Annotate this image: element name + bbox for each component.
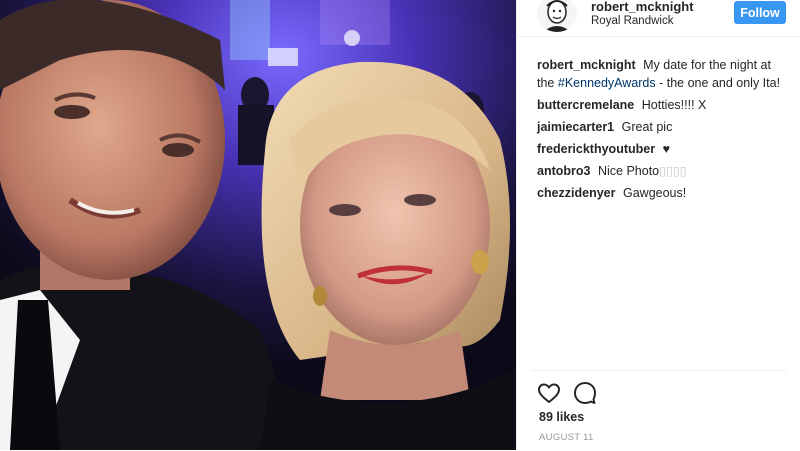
comment-username[interactable]: buttercremelane (537, 98, 634, 112)
comment-item: buttercremelane Hotties!!!! X (537, 96, 789, 114)
comments-list: robert_mcknight My date for the night at… (537, 56, 789, 206)
avatar-illustration (537, 0, 577, 32)
comment-item: frederickthyoutuber ♥ (537, 140, 789, 158)
comment-item: chezzidenyer Gawgeous! (537, 184, 789, 202)
post-location[interactable]: Royal Randwick (591, 15, 673, 27)
comment-username[interactable]: jaimiecarter1 (537, 120, 614, 134)
heart-outline-icon[interactable] (537, 381, 561, 405)
comment-text: Great pic (621, 120, 673, 134)
caption-hashtag[interactable]: #KennedyAwards (558, 76, 656, 90)
caption-text-after: - the one and only Ita! (659, 76, 781, 90)
caption-username[interactable]: robert_mcknight (537, 58, 636, 72)
instagram-post: robert_mcknight Royal Randwick Follow ro… (0, 0, 800, 450)
comment-item: antobro3 Nice Photo▯▯▯▯ (537, 162, 789, 180)
comment-username[interactable]: frederickthyoutuber (537, 142, 655, 156)
post-photo[interactable] (0, 0, 516, 450)
comment-username[interactable]: antobro3 (537, 164, 590, 178)
likes-count[interactable]: 89 likes (539, 410, 584, 424)
follow-button[interactable]: Follow (734, 1, 786, 24)
comment-text: Nice Photo (597, 164, 660, 178)
post-username[interactable]: robert_mcknight (591, 0, 694, 14)
comment-text: Hotties!!!! X (641, 98, 707, 112)
post-date[interactable]: AUGUST 11 (539, 432, 594, 443)
comment-text: Gawgeous! (623, 186, 687, 200)
comment-text: ♥ (662, 142, 670, 156)
speech-bubble-icon[interactable] (573, 381, 597, 405)
comment-item: jaimiecarter1 Great pic (537, 118, 789, 136)
caption: robert_mcknight My date for the night at… (537, 56, 789, 92)
post-header: robert_mcknight Royal Randwick Follow (517, 0, 800, 37)
post-details-panel: robert_mcknight Royal Randwick Follow ro… (516, 0, 800, 450)
comment-text-suffix: ▯▯▯▯ (659, 164, 687, 178)
selfie-photo (0, 0, 516, 450)
avatar[interactable] (537, 0, 577, 32)
comment-username[interactable]: chezzidenyer (537, 186, 616, 200)
